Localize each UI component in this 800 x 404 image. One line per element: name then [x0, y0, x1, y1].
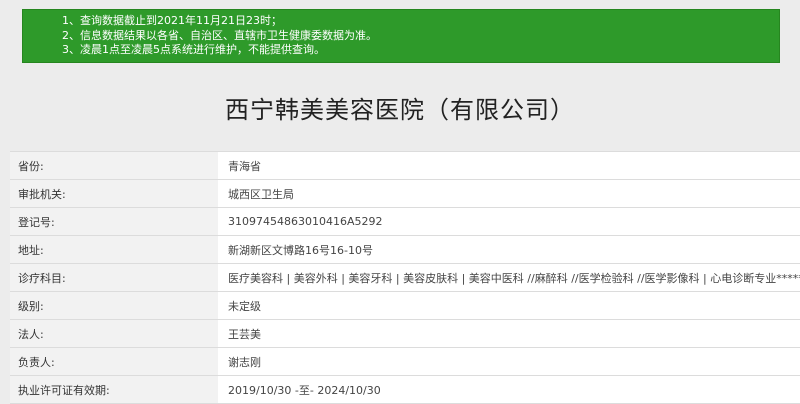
table-row: 登记号: 31097454863010416A5292 — [10, 207, 800, 236]
table-row: 法人: 王芸美 — [10, 319, 800, 348]
page-title: 西宁韩美美容医院（有限公司） — [225, 95, 575, 124]
row-value-registration-number: 31097454863010416A5292 — [218, 207, 800, 236]
row-value-level: 未定级 — [218, 291, 800, 320]
info-table: 省份: 青海省 审批机关: 城西区卫生局 登记号: 31097454863010… — [10, 151, 800, 404]
table-row: 级别: 未定级 — [10, 291, 800, 320]
table-row: 地址: 新湖新区文博路16号16-10号 — [10, 235, 800, 264]
table-row: 负责人: 谢志刚 — [10, 347, 800, 376]
row-label-responsible-person: 负责人: — [10, 347, 218, 376]
row-label-address: 地址: — [10, 235, 218, 264]
row-value-license-validity: 2019/10/30 -至- 2024/10/30 — [218, 375, 800, 404]
table-row: 诊疗科目: 医疗美容科 | 美容外科 | 美容牙科 | 美容皮肤科 | 美容中医… — [10, 263, 800, 292]
table-row: 审批机关: 城西区卫生局 — [10, 179, 800, 208]
row-label-license-validity: 执业许可证有效期: — [10, 375, 218, 404]
row-label-registration-number: 登记号: — [10, 207, 218, 236]
row-value-legal-person: 王芸美 — [218, 319, 800, 348]
row-label-province: 省份: — [10, 151, 218, 180]
notice-line: 3、凌晨1点至凌晨5点系统进行维护，不能提供查询。 — [62, 43, 325, 56]
row-value-approval-authority: 城西区卫生局 — [218, 179, 800, 208]
row-label-legal-person: 法人: — [10, 319, 218, 348]
notice-banner: 1、查询数据截止到2021年11月21日23时； 2、信息数据结果以各省、自治区… — [22, 9, 780, 63]
notice-line: 1、查询数据截止到2021年11月21日23时； — [62, 14, 282, 27]
table-row: 执业许可证有效期: 2019/10/30 -至- 2024/10/30 — [10, 375, 800, 404]
row-value-province: 青海省 — [218, 151, 800, 180]
row-label-departments: 诊疗科目: — [10, 263, 218, 292]
row-value-address: 新湖新区文博路16号16-10号 — [218, 235, 800, 264]
row-label-level: 级别: — [10, 291, 218, 320]
title-area: 西宁韩美美容医院（有限公司） — [0, 63, 800, 151]
notice-line: 2、信息数据结果以各省、自治区、直辖市卫生健康委数据为准。 — [62, 28, 377, 42]
row-value-departments: 医疗美容科 | 美容外科 | 美容牙科 | 美容皮肤科 | 美容中医科 //麻醉… — [218, 263, 800, 292]
row-label-approval-authority: 审批机关: — [10, 179, 218, 208]
table-row: 省份: 青海省 — [10, 151, 800, 180]
row-value-responsible-person: 谢志刚 — [218, 347, 800, 376]
